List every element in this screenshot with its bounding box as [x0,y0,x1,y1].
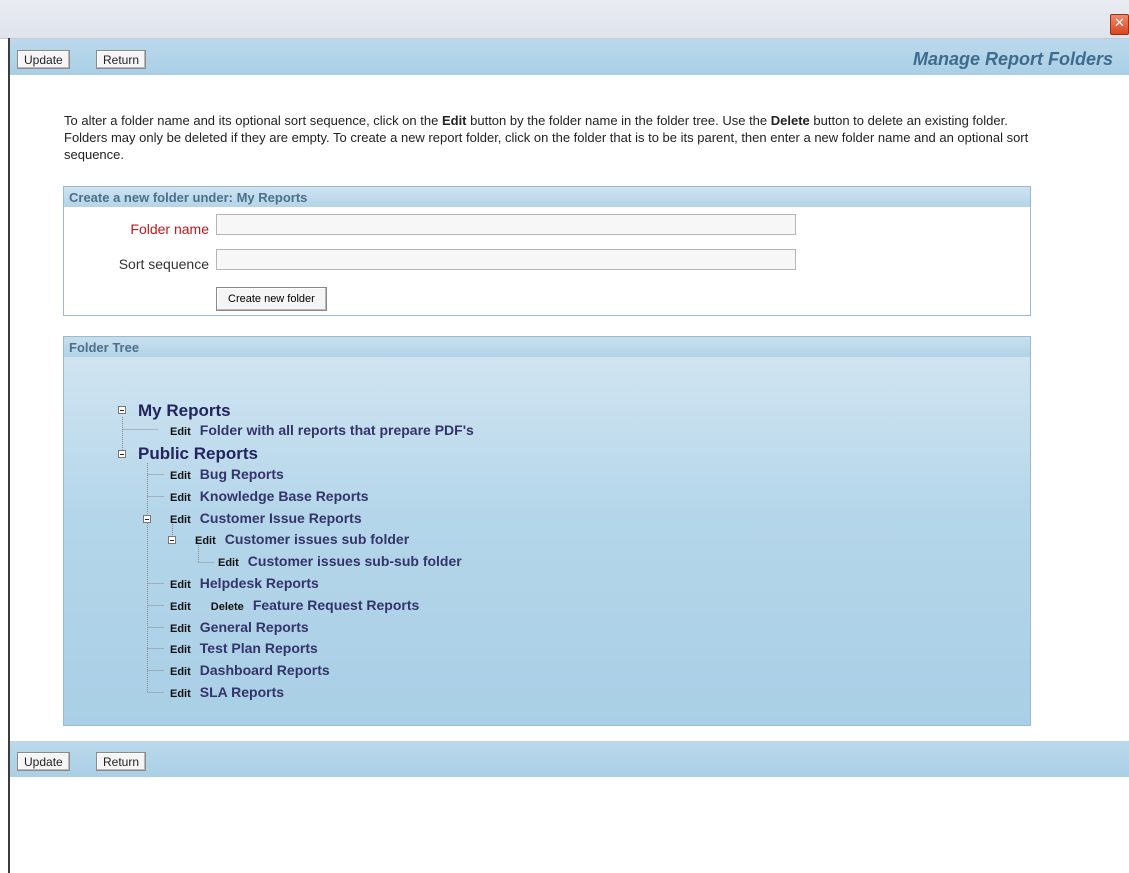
folder-name-label: Folder name [130,221,209,237]
tree-node-customer-issues-sub-sub-folder[interactable]: Edit Customer issues sub-sub folder [218,553,462,569]
tree-node-label: Knowledge Base Reports [199,488,369,504]
return-button-bottom[interactable]: Return [96,752,147,771]
edit-button[interactable]: Edit [170,426,191,438]
tree-node-feature-request-reports[interactable]: Edit Delete Feature Request Reports [170,597,419,613]
close-icon[interactable]: ✕ [1110,14,1129,35]
collapse-customer-sub-folder-icon[interactable] [168,536,176,544]
window-title-bar: ✕ [0,0,1129,39]
tree-node-label: Test Plan Reports [199,640,318,656]
tree-node-my-reports[interactable]: My Reports [138,401,231,421]
tree-node-bug-reports[interactable]: Edit Bug Reports [170,466,284,482]
delete-keyword: Delete [770,113,810,128]
return-button[interactable]: Return [96,50,147,69]
tree-node-label: Helpdesk Reports [199,575,319,591]
tree-node-knowledge-base-reports[interactable]: Edit Knowledge Base Reports [170,488,369,504]
edit-button[interactable]: Edit [170,514,191,526]
page-title: Manage Report Folders [912,49,1113,69]
edit-button[interactable]: Edit [170,601,191,613]
edit-button[interactable]: Edit [218,557,239,569]
tree-node-label: General Reports [199,619,309,635]
tree-node-customer-issue-reports[interactable]: Edit Customer Issue Reports [170,510,362,526]
tree-node-label: Customer issues sub folder [224,531,410,547]
tree-node-label: Customer issues sub-sub folder [247,553,462,569]
tree-node-label: Feature Request Reports [252,597,420,613]
sort-sequence-label: Sort sequence [118,256,209,272]
tree-node-public-reports[interactable]: Public Reports [138,444,258,464]
edit-button[interactable]: Edit [170,470,191,482]
create-folder-panel: Create a new folder under: My Reports Fo… [63,186,1031,316]
tree-node-label: My Reports [138,401,231,420]
tree-node-label: Customer Issue Reports [199,510,362,526]
tree-node-label: Public Reports [138,444,258,463]
tree-node-customer-issues-sub-folder[interactable]: Edit Customer issues sub folder [195,531,409,547]
folder-name-input[interactable] [216,214,796,235]
update-button[interactable]: Update [17,50,70,69]
tree-node-helpdesk-reports[interactable]: Edit Helpdesk Reports [170,575,319,591]
instructions-part-2: button by the folder name in the folder … [466,113,771,128]
instructions-part-1: To alter a folder name and its optional … [64,113,442,128]
edit-button[interactable]: Edit [195,535,216,547]
tree-node-label: SLA Reports [199,684,285,700]
tree-node-label: Dashboard Reports [199,662,330,678]
edit-button[interactable]: Edit [170,492,191,504]
collapse-customer-issue-icon[interactable] [143,515,151,523]
update-button-bottom[interactable]: Update [17,752,70,771]
folder-tree-panel: Folder Tree My Reports Edit Folder with … [63,336,1031,726]
create-folder-header: Create a new folder under: My Reports [64,187,1030,207]
create-new-folder-button[interactable]: Create new folder [216,287,327,311]
collapse-my-reports-icon[interactable] [118,406,126,414]
tree-node-label: Bug Reports [199,466,284,482]
edit-button[interactable]: Edit [170,688,191,700]
edit-button[interactable]: Edit [170,623,191,635]
collapse-public-reports-icon[interactable] [118,450,126,458]
delete-button[interactable]: Delete [211,601,244,613]
edit-button[interactable]: Edit [170,579,191,591]
bottom-toolbar: Update Return [10,741,1129,777]
tree-node-pdf-folder[interactable]: Edit Folder with all reports that prepare… [170,422,474,438]
tree-node-general-reports[interactable]: Edit General Reports [170,619,309,635]
sort-sequence-input[interactable] [216,249,796,270]
edit-button[interactable]: Edit [170,644,191,656]
tree-node-label: Folder with all reports that prepare PDF… [199,422,474,438]
edit-button[interactable]: Edit [170,666,191,678]
top-toolbar: Update Return Manage Report Folders [10,39,1129,75]
instructions-text: To alter a folder name and its optional … [64,112,1044,163]
tree-node-sla-reports[interactable]: Edit SLA Reports [170,684,284,700]
edit-keyword: Edit [441,113,467,128]
tree-node-test-plan-reports[interactable]: Edit Test Plan Reports [170,640,318,656]
tree-node-dashboard-reports[interactable]: Edit Dashboard Reports [170,662,330,678]
